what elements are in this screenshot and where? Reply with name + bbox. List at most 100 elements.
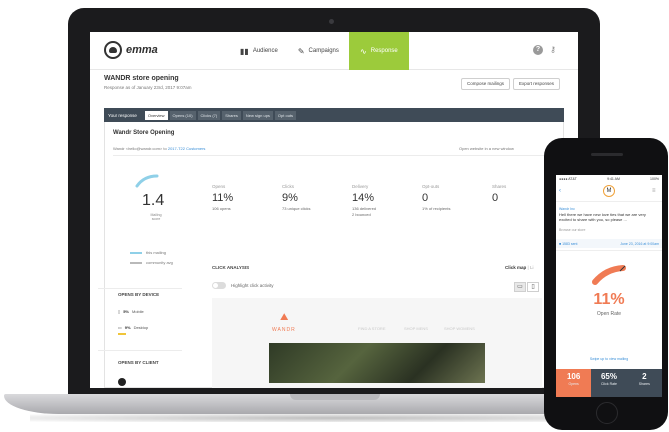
metric-delivery-sub: 136 delivered 2 bounced	[352, 206, 377, 217]
device-mobile-label: Mobile	[131, 309, 144, 314]
key-icon[interactable]: ⚷	[548, 45, 558, 55]
mailing-from-text: Wandr <hello@wandr.com> to	[113, 146, 167, 151]
nav-campaigns[interactable]: ✎ Campaigns	[288, 32, 349, 70]
page-subtitle: Response as of January 23rd, 2017 9:07am	[104, 85, 192, 90]
phone-stats-footer: 106 Opens 65% Click Rate 2 Shares	[556, 369, 662, 397]
stat-click-rate[interactable]: 65% Click Rate	[591, 369, 626, 397]
nav-audience[interactable]: ▮▮ Audience	[230, 32, 288, 70]
help-icon[interactable]: ?	[533, 45, 543, 55]
preview-link-shop-womens[interactable]: SHOP WOMENS	[444, 326, 475, 331]
preview-hero-image	[269, 343, 485, 383]
tab-shares[interactable]: Shares	[222, 110, 241, 120]
metric-opt-outs-sub: 1% of recipients	[422, 206, 451, 211]
phone-nav-bar: ‹ M ≡	[556, 182, 662, 202]
mailing-score-label: Mailing score	[150, 213, 162, 221]
opens-by-device-heading: OPENS BY DEVICE	[118, 292, 160, 297]
list-tab[interactable]: Li	[530, 265, 534, 270]
tab-overview[interactable]: Overview	[144, 110, 168, 120]
metric-opens: Opens 11% 106 opens	[212, 184, 233, 212]
metric-shares: Shares 0	[492, 184, 506, 206]
metric-clicks-value: 9%	[282, 192, 298, 204]
metric-opens-sub: 106 opens	[212, 206, 231, 211]
phone-status-bar: ●●●● AT&T 9:41 AM 100%	[556, 177, 662, 181]
trend-line-icon: ∿	[360, 46, 367, 56]
main-nav: ▮▮ Audience ✎ Campaigns ∿ Response	[230, 32, 409, 70]
phone-speaker	[591, 153, 623, 156]
client-icon	[118, 378, 126, 386]
logo[interactable]: emma	[104, 41, 158, 59]
phone-screen: ●●●● AT&T 9:41 AM 100% ‹ M ≡ Wandr Inc H…	[556, 175, 662, 397]
device-desktop-row: ▭ 9% Desktop	[118, 325, 148, 330]
metric-opens-value: 11%	[212, 192, 234, 204]
app-header: emma ▮▮ Audience ✎ Campaigns ∿ Response …	[90, 32, 578, 70]
highlight-toggle[interactable]	[212, 282, 226, 289]
device-desktop-bar	[118, 333, 126, 335]
bar-chart-icon: ▮▮	[240, 46, 249, 56]
open-rate-gauge-icon	[592, 265, 626, 285]
stat-shares-label: Shares	[638, 382, 650, 386]
home-button[interactable]	[596, 402, 618, 424]
nav-response[interactable]: ∿ Response	[348, 32, 409, 70]
laptop-screen: emma ▮▮ Audience ✎ Campaigns ∿ Response …	[90, 32, 578, 388]
metric-opt-outs-label: Opt-outs	[422, 184, 440, 189]
legend-community-swatch	[130, 262, 142, 264]
metric-delivery: Delivery 14% 136 delivered 2 bounced	[352, 184, 376, 218]
nav-audience-label: Audience	[252, 48, 278, 54]
stat-opens[interactable]: 106 Opens	[556, 369, 592, 397]
metric-opens-label: Opens	[212, 184, 226, 189]
desktop-view-icon[interactable]: ▭	[514, 282, 526, 292]
divider	[98, 288, 182, 289]
device-mobile-value: 5%	[123, 309, 129, 314]
metric-shares-label: Shares	[492, 184, 507, 189]
tabs-label: Your response	[108, 112, 137, 118]
wandr-brand: WANDR	[272, 327, 296, 333]
open-rate-label: Open Rate	[596, 311, 622, 317]
metric-delivery-label: Delivery	[352, 184, 369, 189]
stat-shares[interactable]: 2 Shares	[627, 369, 662, 397]
stat-click-rate-label: Click Rate	[601, 382, 617, 386]
wandr-logo-icon: ⛰	[280, 312, 289, 323]
opens-by-client-heading: OPENS BY CLIENT	[118, 360, 159, 365]
nav-response-label: Response	[370, 48, 398, 54]
open-website-link[interactable]: Open website in a new window	[459, 146, 514, 151]
tab-new-sign-ups[interactable]: New sign ups	[242, 110, 273, 120]
tab-opens[interactable]: Opens (10)	[169, 110, 196, 120]
divider	[98, 350, 182, 351]
preview-link-find-store[interactable]: FIND A STORE	[358, 326, 386, 331]
device-desktop-value: 9%	[124, 325, 131, 330]
device-mobile-row: ▯ 5% Mobile	[118, 309, 144, 314]
mailing-sent-count: ■ 1583 sent	[559, 241, 578, 246]
avatar: M	[603, 185, 615, 197]
stat-click-rate-value: 65%	[600, 372, 617, 381]
metric-clicks: Clicks 9% 73 unique clicks	[282, 184, 310, 212]
metric-opt-outs: Opt-outs 0 1% of recipients	[422, 184, 450, 212]
device-mockup: emma ▮▮ Audience ✎ Campaigns ∿ Response …	[0, 0, 669, 432]
highlight-toggle-label: Highlight click activity	[231, 283, 274, 288]
mailing-date: June 23, 2016 at 9:00am	[620, 241, 659, 246]
mobile-view-icon[interactable]: ▯	[527, 282, 539, 292]
logo-text: emma	[126, 44, 158, 56]
stat-opens-label: Opens	[568, 382, 579, 386]
legend-community-avg: community avg	[146, 260, 173, 265]
mailing-meta-row: ■ 1583 sent June 23, 2016 at 9:00am	[556, 239, 662, 248]
email-preview: ⛰ WANDR FIND A STORE SHOP MENS SHOP WOME…	[212, 298, 542, 388]
laptop-notch	[290, 394, 380, 400]
score-gauge-icon	[135, 174, 159, 188]
compose-mailings-button[interactable]: Compose mailings	[461, 78, 511, 90]
emma-logo-icon	[104, 41, 122, 59]
tab-clicks[interactable]: Clicks (7)	[197, 110, 221, 120]
click-map-tab[interactable]: Click map	[505, 265, 526, 270]
audience-link[interactable]: 2017-T22 Customers	[168, 146, 206, 151]
back-icon[interactable]: ‹	[559, 188, 561, 194]
swipe-tip: Swipe up to view mailing	[589, 357, 629, 361]
preview-link-shop-mens[interactable]: SHOP MENS	[404, 326, 428, 331]
stat-shares-value: 2	[642, 372, 647, 381]
legend-this-mailing-swatch	[130, 252, 142, 254]
menu-icon[interactable]: ≡	[652, 188, 656, 194]
click-analysis-heading: CLICK ANALYSIS	[212, 265, 250, 270]
nav-campaigns-label: Campaigns	[308, 48, 339, 54]
export-responses-button[interactable]: Export responses	[513, 78, 561, 90]
tab-opt-outs[interactable]: Opt outs	[274, 110, 297, 120]
mailing-from: Wandr <hello@wandr.com> to 2017-T22 Cust…	[113, 146, 205, 151]
mobile-icon: ▯	[118, 309, 121, 314]
